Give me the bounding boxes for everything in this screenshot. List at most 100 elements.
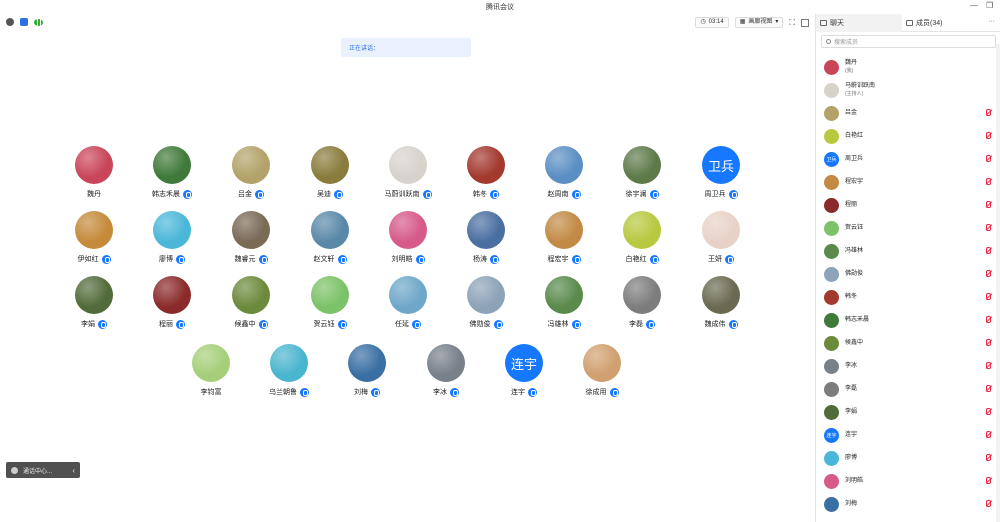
member-row[interactable]: 刘明皓 [816, 470, 1000, 492]
participant-name: 赵周南 [547, 191, 569, 198]
minimize-icon[interactable]: — [970, 1, 978, 10]
mic-muted-icon[interactable] [986, 385, 991, 392]
participant-tile[interactable]: 连宇 连宇 [479, 344, 569, 404]
participant-tile[interactable]: 任延 [363, 276, 453, 336]
participant-tile[interactable]: 候鑫中 [206, 276, 296, 336]
avatar [702, 276, 740, 314]
mic-muted-icon[interactable] [986, 454, 991, 461]
participant-tile[interactable]: 杨涛 [441, 211, 531, 271]
mic-muted-icon[interactable] [986, 201, 991, 208]
scrollbar[interactable] [996, 44, 1000, 522]
participant-tile[interactable]: 魏成伟 [676, 276, 766, 336]
participant-tile[interactable]: 李娟 [49, 276, 139, 336]
mic-muted-icon[interactable] [986, 500, 991, 507]
tab-members[interactable]: 成员(34) [902, 14, 988, 32]
avatar [75, 146, 113, 184]
avatar [467, 146, 505, 184]
member-row[interactable]: 韩冬 [816, 286, 1000, 308]
participant-tile[interactable]: 徐宇澜 [597, 146, 687, 206]
member-row[interactable]: 白艳红 [816, 125, 1000, 147]
member-row[interactable]: 佛勋俊 [816, 263, 1000, 285]
member-row[interactable]: 程丽 [816, 194, 1000, 216]
mic-muted-icon[interactable] [986, 316, 991, 323]
member-row[interactable]: 李娟 [816, 401, 1000, 423]
restore-icon[interactable]: ❐ [986, 1, 993, 10]
shield-icon[interactable] [20, 18, 28, 26]
member-row[interactable]: 韩志禾晨 [816, 309, 1000, 331]
participant-tile[interactable]: 刘明皓 [363, 211, 453, 271]
participant-tile[interactable]: 赵文轩 [285, 211, 375, 271]
avatar [545, 276, 583, 314]
mic-muted-icon[interactable] [986, 408, 991, 415]
member-search-input[interactable]: 搜索成员 [821, 35, 996, 48]
participant-tile[interactable]: 魏睿元 [206, 211, 296, 271]
mic-muted-icon[interactable] [986, 178, 991, 185]
participant-tile[interactable]: 李磊 [597, 276, 687, 336]
member-row[interactable]: 马蔚训跃南 (主持人) [816, 79, 1000, 101]
mic-muted-icon[interactable] [986, 339, 991, 346]
window-layout-icon[interactable] [801, 18, 809, 27]
member-row[interactable]: 廖博 [816, 447, 1000, 469]
mic-muted-icon[interactable] [986, 132, 991, 139]
participant-tile[interactable]: 李冰 [401, 344, 491, 404]
participant-tile[interactable]: 程宏宇 [519, 211, 609, 271]
mic-muted-icon[interactable] [986, 270, 991, 277]
mic-muted-icon[interactable] [986, 224, 991, 231]
member-row[interactable]: 程宏宇 [816, 171, 1000, 193]
more-icon[interactable]: ··· [988, 18, 995, 25]
chat-icon [820, 20, 827, 26]
participant-tile[interactable]: 徐成用 [557, 344, 647, 404]
info-icon[interactable] [6, 18, 14, 26]
member-avatar [824, 128, 839, 144]
chevron-left-icon[interactable]: ‹ [72, 466, 75, 475]
participant-tile[interactable]: 乌兰朝鲁 [244, 344, 334, 404]
mic-muted-icon[interactable] [986, 109, 991, 116]
participant-name-row: 魏成伟 [676, 319, 766, 329]
mic-muted-icon[interactable] [986, 362, 991, 369]
tab-chat[interactable]: 聊天 [816, 14, 902, 32]
member-row[interactable]: 卫兵 周卫兵 [816, 148, 1000, 170]
participant-tile[interactable]: 韩冬 [441, 146, 531, 206]
participant-tile[interactable]: 吕金 [206, 146, 296, 206]
participant-tile[interactable]: 白艳红 [597, 211, 687, 271]
mic-muted-icon[interactable] [986, 155, 991, 162]
participant-tile[interactable]: 佛勋俊 [441, 276, 531, 336]
participant-tile[interactable]: 李钧富 [166, 344, 256, 404]
call-status-bar[interactable]: 通话中心... ‹ [6, 462, 80, 478]
participant-tile[interactable]: 王妍 [676, 211, 766, 271]
participant-tile[interactable]: 马蔚训跃南 [363, 146, 453, 206]
participant-tile[interactable]: 韩志禾晨 [127, 146, 217, 206]
fullscreen-icon[interactable]: ⛶ [789, 18, 795, 28]
participant-name: 徐成用 [585, 389, 607, 396]
member-row[interactable]: 连宇 连宇 [816, 424, 1000, 446]
member-row[interactable]: 李冰 [816, 355, 1000, 377]
member-row[interactable]: 刘梅 [816, 493, 1000, 515]
member-row[interactable]: 冯雄林 [816, 240, 1000, 262]
mic-muted-icon[interactable] [986, 477, 991, 484]
participant-tile[interactable]: 吴迪 [285, 146, 375, 206]
member-name: 韩冬 [845, 293, 858, 300]
mic-muted-icon[interactable] [986, 293, 991, 300]
participant-name-row: 程宏宇 [519, 254, 609, 264]
mic-muted-icon[interactable] [986, 247, 991, 254]
participant-tile[interactable]: 伊如红 [49, 211, 139, 271]
microphone-icon [176, 319, 185, 329]
participant-tile[interactable]: 赵周南 [519, 146, 609, 206]
participant-tile[interactable]: 魏丹 [49, 146, 139, 206]
participant-tile[interactable]: 廖博 [127, 211, 217, 271]
view-switch-button[interactable]: ▦ 画廊视图 ▾ [734, 17, 784, 28]
participant-tile[interactable]: 贺云钰 [285, 276, 375, 336]
member-row[interactable]: 吕金 [816, 102, 1000, 124]
member-row[interactable]: 贺云钰 [816, 217, 1000, 239]
participant-tile[interactable]: 冯雄林 [519, 276, 609, 336]
participant-tile[interactable]: 卫兵 周卫兵 [676, 146, 766, 206]
signal-icon[interactable] [34, 18, 43, 26]
mic-muted-icon[interactable] [986, 431, 991, 438]
member-row[interactable]: 魏丹 (我) [816, 56, 1000, 78]
member-row[interactable]: 候鑫中 [816, 332, 1000, 354]
member-role: (我) [845, 68, 854, 74]
member-row[interactable]: 李磊 [816, 378, 1000, 400]
participant-tile[interactable]: 程丽 [127, 276, 217, 336]
member-name: 冯雄林 [845, 247, 864, 254]
participant-tile[interactable]: 刘梅 [322, 344, 412, 404]
